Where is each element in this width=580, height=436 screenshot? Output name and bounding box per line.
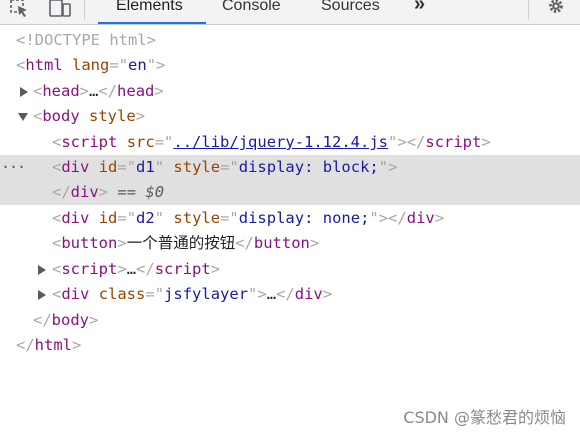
- button-text: 一个普通的按钮: [126, 234, 236, 252]
- expand-triangle-icon[interactable]: [20, 87, 28, 97]
- more-actions-dots-icon[interactable]: ···: [1, 155, 26, 180]
- div-d2-tag: <div id="d2" style="display: none;"></di…: [52, 209, 445, 227]
- div-d1-open-tag: <div id="d1" style="display: block;">: [52, 158, 398, 176]
- tab-elements[interactable]: Elements: [116, 0, 183, 24]
- toolbar-divider: [84, 0, 85, 20]
- div-d1-close-tag: </div> == $0: [52, 183, 165, 201]
- tree-node-html[interactable]: <html lang="en">: [0, 53, 580, 78]
- more-tabs-button[interactable]: »: [414, 0, 425, 22]
- watermark-text: CSDN @篆愁君的烦恼: [403, 408, 566, 427]
- div-jsfylayer-tag: <div class="jsfylayer">…</div>: [52, 285, 333, 303]
- tree-node-body-close[interactable]: </body>: [0, 308, 580, 333]
- gear-icon[interactable]: [545, 0, 567, 16]
- tree-node-body[interactable]: <body style>: [0, 104, 580, 129]
- tree-node-doctype[interactable]: <!DOCTYPE html>: [0, 28, 580, 53]
- script-src-link[interactable]: ../lib/jquery-1.12.4.js: [173, 133, 388, 151]
- device-toolbar-icon[interactable]: [48, 0, 72, 18]
- script-src-tag: <script src="../lib/jquery-1.12.4.js"></…: [52, 133, 491, 151]
- collapse-triangle-icon[interactable]: [18, 113, 28, 121]
- head-tag: <head>…</head>: [33, 82, 164, 100]
- body-open-tag: <body style>: [33, 107, 146, 125]
- devtools-toolbar: Elements Console Sources »: [0, 0, 580, 25]
- tab-console[interactable]: Console: [222, 0, 281, 24]
- expand-triangle-icon[interactable]: [38, 265, 46, 275]
- toolbar-divider: [528, 0, 529, 20]
- tree-node-div-d1-close[interactable]: </div> == $0: [0, 180, 580, 205]
- tree-node-script-collapsed[interactable]: <script>…</script>: [0, 257, 580, 282]
- body-close-tag: </body>: [33, 311, 99, 329]
- tree-node-div-jsfylayer[interactable]: <div class="jsfylayer">…</div>: [0, 282, 580, 307]
- html-close-tag: </html>: [16, 336, 82, 354]
- doctype-text: <!DOCTYPE html>: [16, 31, 156, 49]
- inspect-element-icon[interactable]: [9, 0, 31, 18]
- tree-node-html-close[interactable]: </html>: [0, 333, 580, 358]
- tree-node-div-d1-selected[interactable]: ··· <div id="d1" style="display: block;"…: [0, 155, 580, 180]
- active-tab-indicator: [98, 22, 206, 24]
- expand-triangle-icon[interactable]: [38, 290, 46, 300]
- tree-node-head[interactable]: <head>…</head>: [0, 79, 580, 104]
- tree-node-button[interactable]: <button>一个普通的按钮</button>: [0, 231, 580, 256]
- html-open-tag: <html lang="en">: [16, 56, 166, 74]
- tree-node-script[interactable]: <script src="../lib/jquery-1.12.4.js"></…: [0, 130, 580, 155]
- tab-sources[interactable]: Sources: [321, 0, 380, 24]
- script-collapsed-tag: <script>…</script>: [52, 260, 221, 278]
- tree-node-div-d2[interactable]: <div id="d2" style="display: none;"></di…: [0, 206, 580, 231]
- button-tag: <button>一个普通的按钮</button>: [52, 234, 320, 252]
